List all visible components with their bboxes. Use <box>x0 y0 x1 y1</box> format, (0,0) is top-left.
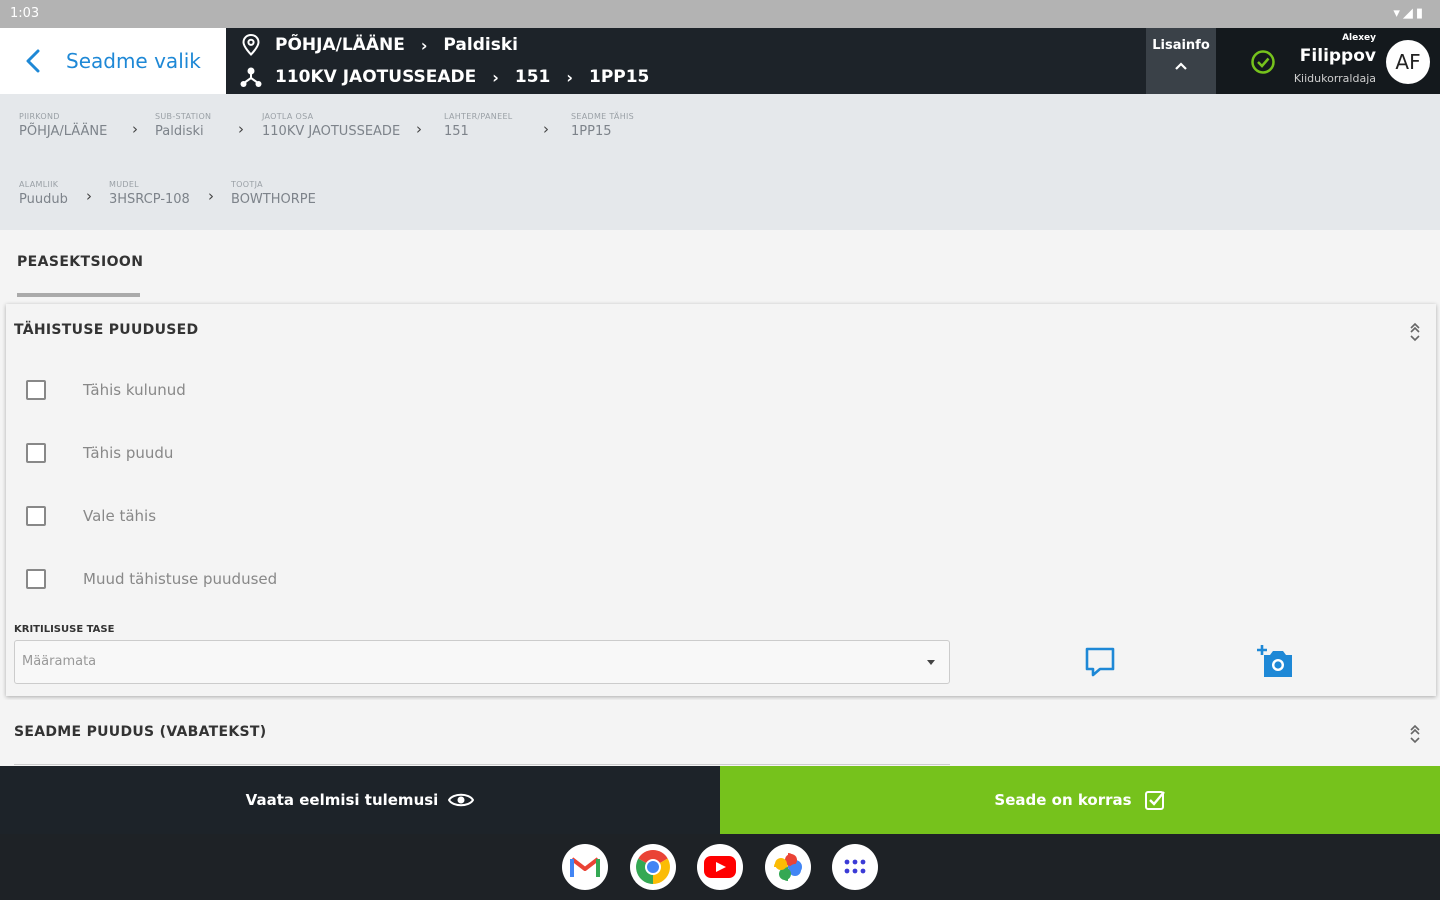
chevron-left-icon <box>26 49 40 73</box>
info-region: PIIRKOND PÕHJA/LÄÄNE <box>19 112 107 139</box>
section-title: TÄHISTUSE PUUDUSED <box>14 322 199 338</box>
info-value: Paldiski <box>155 124 204 139</box>
breadcrumb: PÕHJA/LÄÄNE › Paldiski 110KV JAOTUSSEADE… <box>226 28 1146 94</box>
info-value: PÕHJA/LÄÄNE <box>19 124 108 139</box>
add-photo-icon[interactable] <box>1256 644 1296 680</box>
button-label: Vaata eelmisi tulemusi <box>245 791 439 809</box>
info-value: 3HSRCP-108 <box>109 192 190 207</box>
collapse-icon[interactable] <box>1408 724 1422 744</box>
location-breadcrumb: PÕHJA/LÄÄNE › Paldiski <box>240 32 518 58</box>
user-name: Filippov <box>1299 46 1376 66</box>
criticality-select[interactable]: Määramata <box>14 640 950 684</box>
crumb-bay[interactable]: 151 <box>515 67 551 87</box>
photos-icon[interactable] <box>765 844 811 890</box>
info-label: LAHTER/PANEEL <box>444 112 513 121</box>
chevron-up-icon <box>1175 62 1187 70</box>
info-value: 151 <box>444 124 469 139</box>
eye-icon <box>448 793 475 807</box>
checkbox[interactable] <box>26 380 46 400</box>
info-label: MUDEL <box>109 180 139 189</box>
lisainfo-label: Lisainfo <box>1152 38 1210 53</box>
hierarchy-icon <box>240 66 262 88</box>
youtube-icon[interactable] <box>697 844 743 890</box>
lisainfo-button[interactable]: Lisainfo <box>1146 28 1216 94</box>
checkbox-row[interactable]: Muud tähistuse puudused <box>26 569 277 589</box>
checkbox[interactable] <box>26 506 46 526</box>
back-button[interactable]: Seadme valik <box>0 28 226 94</box>
check-circle-icon <box>1251 50 1275 74</box>
chrome-icon[interactable] <box>630 844 676 890</box>
info-label: SUB-STATION <box>155 112 212 121</box>
chevron-right-icon: › <box>208 187 214 205</box>
info-manufacturer: TOOTJA BOWTHORPE <box>231 180 316 207</box>
info-subtype: ALAMLIIK Puudub <box>19 180 68 207</box>
chevron-right-icon: › <box>420 35 428 55</box>
button-label: Seade on korras <box>994 791 1132 809</box>
chevron-right-icon: › <box>86 187 92 205</box>
user-first-name: Alexey <box>1342 33 1376 43</box>
status-icons: ▾◢▮ <box>1393 6 1426 21</box>
crumb-region[interactable]: PÕHJA/LÄÄNE <box>275 35 405 55</box>
info-bay: LAHTER/PANEEL 151 <box>444 112 513 139</box>
info-value: BOWTHORPE <box>231 192 316 207</box>
app-drawer-icon[interactable] <box>832 844 878 890</box>
crumb-substation[interactable]: Paldiski <box>443 35 518 55</box>
avatar[interactable]: AF <box>1386 40 1430 84</box>
checkbox-label: Tähis puudu <box>83 444 174 462</box>
info-label: PIIRKOND <box>19 112 60 121</box>
checkbox-row[interactable]: Tähis puudu <box>26 443 173 463</box>
status-time: 1:03 <box>10 6 40 21</box>
section-card-free-text: SEADME PUUDUS (VABATEKST) <box>0 700 1440 766</box>
app-dock <box>0 834 1440 900</box>
device-ok-button[interactable]: Seade on korras <box>720 766 1440 834</box>
info-switchgear: JAOTLA OSA 110KV JAOTUSSEADE <box>262 112 400 139</box>
status-bar: 1:03 ▾◢▮ <box>0 0 1440 28</box>
checkbox-row[interactable]: Vale tähis <box>26 506 156 526</box>
info-model: MUDEL 3HSRCP-108 <box>109 180 190 207</box>
checkbox-checked-icon <box>1144 791 1165 810</box>
view-previous-results-button[interactable]: Vaata eelmisi tulemusi <box>0 766 720 834</box>
info-value: Puudub <box>19 192 68 207</box>
user-panel[interactable]: Alexey Filippov Kiidukorraldaja AF <box>1216 28 1440 94</box>
checkbox[interactable] <box>26 443 46 463</box>
info-value: 110KV JAOTUSSEADE <box>262 124 401 139</box>
checkbox[interactable] <box>26 569 46 589</box>
gmail-icon[interactable] <box>562 844 608 890</box>
info-substation: SUB-STATION Paldiski <box>155 112 211 139</box>
checkbox-label: Vale tähis <box>83 507 157 525</box>
select-value: Määramata <box>22 654 97 669</box>
chevron-right-icon: › <box>492 67 499 87</box>
device-breadcrumb: 110KV JAOTUSSEADE › 151 › 1PP15 <box>240 64 649 90</box>
checkbox-label: Muud tähistuse puudused <box>83 570 278 588</box>
dropdown-arrow-icon <box>927 660 935 665</box>
section-title: SEADME PUUDUS (VABATEKST) <box>14 724 267 740</box>
checkbox-label: Tähis kulunud <box>83 381 186 399</box>
collapse-icon[interactable] <box>1408 322 1422 342</box>
tab-main-section[interactable]: PEASEKTSIOON <box>17 254 143 270</box>
section-card-marking-defects: TÄHISTUSE PUUDUSED Tähis kulunud Tähis p… <box>6 304 1436 696</box>
back-label: Seadme valik <box>66 49 201 73</box>
chevron-right-icon: › <box>416 120 422 138</box>
comment-icon[interactable] <box>1082 644 1118 680</box>
info-label: JAOTLA OSA <box>262 112 314 121</box>
crumb-device[interactable]: 1PP15 <box>589 67 649 87</box>
crumb-switchgear[interactable]: 110KV JAOTUSSEADE <box>275 67 476 87</box>
info-value: 1PP15 <box>571 124 612 139</box>
tab-indicator <box>17 293 140 297</box>
info-device: SEADME TÄHIS 1PP15 <box>571 112 634 139</box>
chevron-right-icon: › <box>132 120 138 138</box>
info-label: TOOTJA <box>231 180 263 189</box>
divider <box>14 764 950 765</box>
criticality-label: KRITILISUSE TASE <box>14 624 115 635</box>
device-info-block: PIIRKOND PÕHJA/LÄÄNE › SUB-STATION Paldi… <box>0 94 1440 230</box>
info-label: SEADME TÄHIS <box>571 112 635 121</box>
info-label: ALAMLIIK <box>19 180 59 189</box>
chevron-right-icon: › <box>238 120 244 138</box>
chevron-right-icon: › <box>543 120 549 138</box>
location-pin-icon <box>240 34 262 56</box>
tab-bar: PEASEKTSIOON <box>0 230 1440 302</box>
user-role: Kiidukorraldaja <box>1293 72 1376 85</box>
checkbox-row[interactable]: Tähis kulunud <box>26 380 186 400</box>
chevron-right-icon: › <box>566 67 573 87</box>
